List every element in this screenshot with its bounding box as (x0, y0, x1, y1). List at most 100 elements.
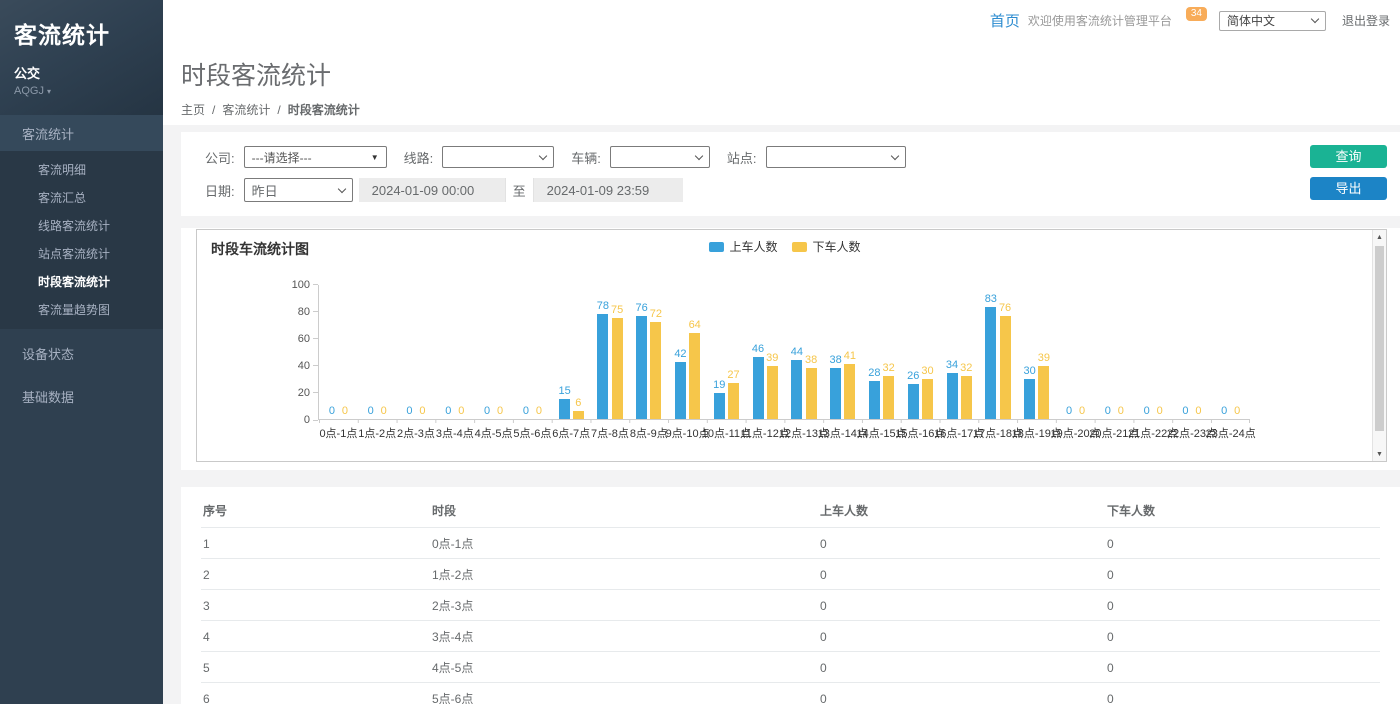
chart-panel: 时段车流统计图 上车人数下车人数 00000000000015678757672… (196, 229, 1387, 462)
bar-column: 6 (573, 285, 584, 419)
bar-column: 27 (727, 285, 739, 419)
table-cell: 4点-5点 (430, 652, 818, 683)
bar (650, 322, 661, 419)
bar-column: 38 (805, 285, 817, 419)
bar-group: 3432 (940, 285, 979, 419)
chevron-down-icon (539, 151, 547, 159)
bar-group: 00 (1211, 285, 1250, 419)
logout-link[interactable]: 退出登录 (1342, 12, 1390, 29)
bar-value-label: 78 (597, 300, 609, 312)
bar-column: 0 (326, 285, 337, 419)
bar (908, 384, 919, 419)
bar-column: 0 (1193, 285, 1204, 419)
bar (636, 316, 647, 419)
table-cell: 1 (201, 528, 430, 559)
scrollbar-thumb[interactable] (1375, 246, 1384, 431)
table-header-cell: 时段 (430, 493, 818, 528)
export-button[interactable]: 导出 (1310, 177, 1387, 200)
bar-column: 0 (456, 285, 467, 419)
x-axis-category: 8点-9点 (629, 425, 668, 441)
table-cell: 5点-6点 (430, 683, 818, 704)
bar-column: 0 (1077, 285, 1088, 419)
x-axis-category: 5点-6点 (513, 425, 552, 441)
bar-column: 0 (1115, 285, 1126, 419)
table-cell: 0 (818, 621, 1105, 652)
language-select[interactable]: 简体中文 (1219, 11, 1326, 31)
sidebar-section-2[interactable]: 设备状态 (0, 334, 163, 372)
caret-down-icon: ▼ (371, 153, 379, 162)
table-panel: 序号时段上车人数下车人数 10点-1点0021点-2点0032点-3点0043点… (181, 487, 1400, 704)
bar-column: 32 (883, 285, 895, 419)
scrollbar-down-icon[interactable]: ▼ (1373, 447, 1386, 461)
line-select[interactable] (442, 146, 554, 168)
org-code-dropdown[interactable]: AQGJ▾ (14, 85, 149, 97)
sidebar-item[interactable]: 客流汇总 (0, 184, 163, 212)
query-button[interactable]: 查询 (1310, 145, 1387, 168)
bar-value-label: 0 (458, 405, 464, 417)
bar-value-label: 83 (985, 293, 997, 305)
app-root: 客流统计 公交 AQGJ▾ 客流统计客流明细客流汇总线路客流统计站点客流统计时段… (0, 0, 1400, 704)
date-to-input[interactable]: 2024-01-09 23:59 (534, 178, 683, 202)
bar-column: 46 (752, 285, 764, 419)
table-row: 43点-4点00 (201, 621, 1380, 652)
caret-down-icon: ▾ (47, 87, 51, 96)
sidebar-item[interactable]: 客流量趋势图 (0, 296, 163, 324)
bar-column: 0 (520, 285, 531, 419)
bar-column: 75 (611, 285, 623, 419)
bar-value-label: 42 (674, 348, 686, 360)
table-cell: 0 (1105, 683, 1380, 704)
home-link[interactable]: 首页 (990, 10, 1020, 31)
breadcrumb-section[interactable]: 客流统计 (222, 101, 270, 118)
sidebar-item[interactable]: 站点客流统计 (0, 240, 163, 268)
legend-item[interactable]: 下车人数 (792, 238, 861, 255)
bar-value-label: 38 (830, 354, 842, 366)
bar-value-label: 0 (1182, 405, 1188, 417)
bar (869, 381, 880, 419)
bar-value-label: 0 (1105, 405, 1111, 417)
company-select[interactable]: ---请选择---▼ (244, 146, 387, 168)
date-from-input[interactable]: 2024-01-09 00:00 (359, 178, 505, 202)
bar (1024, 379, 1035, 420)
bar (675, 362, 686, 419)
table-cell: 0 (818, 590, 1105, 621)
table-cell: 6 (201, 683, 430, 704)
bar-column: 0 (365, 285, 376, 419)
bar-value-label: 0 (1118, 405, 1124, 417)
bar-group: 00 (397, 285, 436, 419)
sidebar-section-1[interactable]: 客流统计 (0, 115, 163, 151)
bar (559, 399, 570, 419)
bar-value-label: 76 (636, 302, 648, 314)
bar (961, 376, 972, 419)
scrollbar-up-icon[interactable]: ▲ (1373, 230, 1386, 244)
x-axis-ticks (319, 419, 1250, 423)
table-cell: 0 (818, 683, 1105, 704)
bar-group: 00 (1056, 285, 1095, 419)
chevron-down-icon (695, 151, 703, 159)
x-axis-category: 6点-7点 (552, 425, 591, 441)
date-preset-select[interactable]: 昨日 (244, 178, 353, 202)
x-axis-category-text: 5点-6点 (513, 425, 551, 441)
bar-column: 0 (404, 285, 415, 419)
breadcrumb-home[interactable]: 主页 (181, 101, 205, 118)
bar-column: 0 (495, 285, 506, 419)
vehicle-select[interactable] (610, 146, 710, 168)
sidebar-item[interactable]: 客流明细 (0, 156, 163, 184)
x-axis-category: 1点-2点 (358, 425, 397, 441)
legend-item[interactable]: 上车人数 (708, 238, 777, 255)
bar-value-label: 44 (791, 346, 803, 358)
table-cell: 0 (1105, 652, 1380, 683)
sidebar-item[interactable]: 时段客流统计 (0, 268, 163, 296)
bar-group: 4264 (668, 285, 707, 419)
sidebar-item[interactable]: 线路客流统计 (0, 212, 163, 240)
bar-group: 00 (1095, 285, 1134, 419)
station-select[interactable] (766, 146, 906, 168)
chevron-down-icon (337, 184, 345, 192)
period-stats-table: 序号时段上车人数下车人数 10点-1点0021点-2点0032点-3点0043点… (201, 493, 1380, 704)
bar-value-label: 27 (727, 369, 739, 381)
bar-value-label: 34 (946, 359, 958, 371)
bar-value-label: 0 (484, 405, 490, 417)
x-axis-category: 4点-5点 (474, 425, 513, 441)
bar-column: 30 (1023, 285, 1035, 419)
sidebar-section-3[interactable]: 基础数据 (0, 377, 163, 415)
org-name: 公交 (14, 63, 149, 82)
